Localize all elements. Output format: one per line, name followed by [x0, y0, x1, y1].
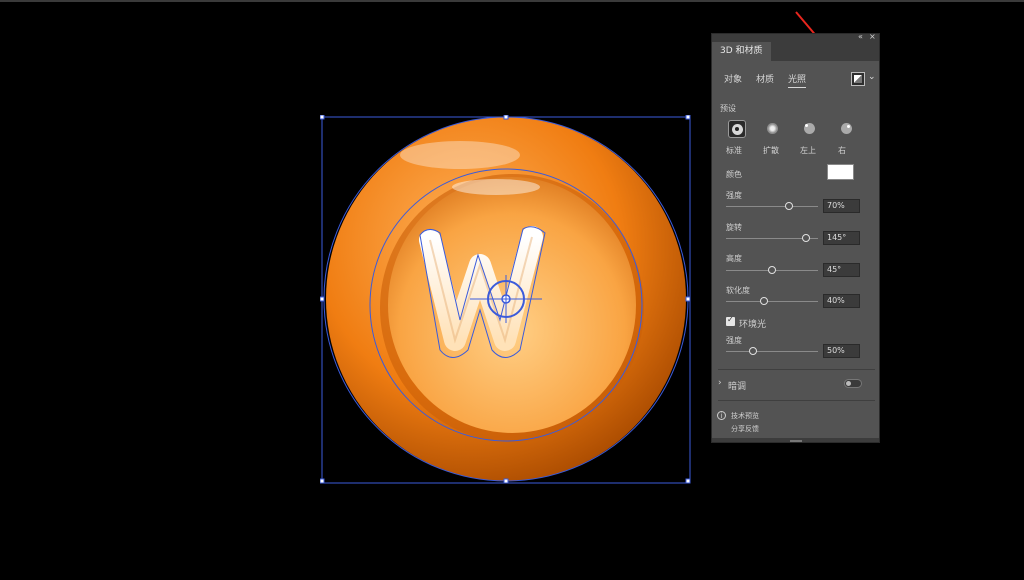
share-feedback-link[interactable]: 分享反馈	[731, 424, 759, 434]
ambient-light-checkbox[interactable]	[726, 315, 735, 326]
preset-right-icon[interactable]	[838, 120, 856, 138]
preset-name-diffuse: 扩散	[763, 146, 779, 155]
light-preset-icon[interactable]	[851, 72, 865, 86]
tab-material[interactable]: 材质	[756, 72, 774, 85]
chevron-down-icon[interactable]: ⌄	[868, 72, 876, 82]
height-label: 高度	[726, 254, 742, 263]
collapse-icon[interactable]: «	[858, 32, 863, 42]
preset-name-standard: 标准	[726, 146, 742, 155]
panel-title-tab[interactable]: 3D 和材质	[712, 42, 771, 61]
info-icon: i	[717, 411, 726, 420]
chevron-right-icon[interactable]: ›	[718, 378, 722, 388]
intensity-label: 强度	[726, 191, 742, 200]
shadow-label[interactable]: 暗调	[728, 379, 746, 392]
preset-label: 预设	[720, 104, 736, 113]
window-top-edge	[0, 0, 1024, 2]
preset-top-left-icon[interactable]	[801, 120, 819, 138]
softness-field[interactable]: 40%	[823, 294, 860, 308]
light-color-swatch[interactable]	[827, 164, 854, 180]
ambient-light-label: 环境光	[739, 320, 767, 330]
rotation-slider[interactable]	[726, 234, 818, 242]
preset-standard-icon[interactable]	[728, 120, 746, 138]
color-label: 颜色	[726, 170, 742, 179]
softness-label: 软化度	[726, 286, 750, 295]
panel-header: « ×	[712, 32, 879, 42]
tech-preview-label: 技术预览	[731, 412, 759, 420]
ambient-strength-label: 强度	[726, 336, 742, 345]
close-icon[interactable]: ×	[869, 32, 876, 42]
height-field[interactable]: 45°	[823, 263, 860, 277]
divider	[718, 400, 875, 401]
softness-knob[interactable]	[759, 297, 768, 305]
rotation-field[interactable]: 145°	[823, 231, 860, 245]
shadow-toggle[interactable]	[844, 379, 862, 388]
preset-name-right: 右	[838, 146, 846, 155]
intensity-slider[interactable]	[726, 202, 818, 210]
rotation-label: 旋转	[726, 223, 742, 232]
height-slider[interactable]	[726, 266, 818, 274]
tab-lighting[interactable]: 光照	[788, 72, 807, 88]
height-knob[interactable]	[768, 266, 776, 274]
panel-footer	[712, 438, 879, 442]
panel-tabbar: 3D 和材质	[712, 42, 879, 61]
ambient-strength-slider[interactable]	[726, 347, 818, 355]
preset-diffuse-icon[interactable]	[764, 120, 782, 138]
intensity-field[interactable]: 70%	[823, 199, 860, 213]
softness-slider[interactable]	[726, 297, 818, 305]
tab-object[interactable]: 对象	[724, 72, 742, 85]
preset-name-top-left: 左上	[800, 146, 816, 155]
canvas-3d-artwork[interactable]	[320, 115, 692, 487]
divider	[718, 369, 875, 370]
ambient-strength-knob[interactable]	[748, 347, 757, 355]
resize-grip[interactable]	[790, 440, 802, 442]
artwork-svg	[320, 115, 691, 484]
rotation-knob[interactable]	[801, 234, 810, 242]
intensity-knob[interactable]	[784, 202, 793, 210]
ambient-strength-field[interactable]: 50%	[823, 344, 860, 358]
3d-materials-panel: « × 3D 和材质 对象 材质 光照 ⌄ 预设 标准 扩散 左上 右 颜色 强…	[711, 32, 880, 443]
